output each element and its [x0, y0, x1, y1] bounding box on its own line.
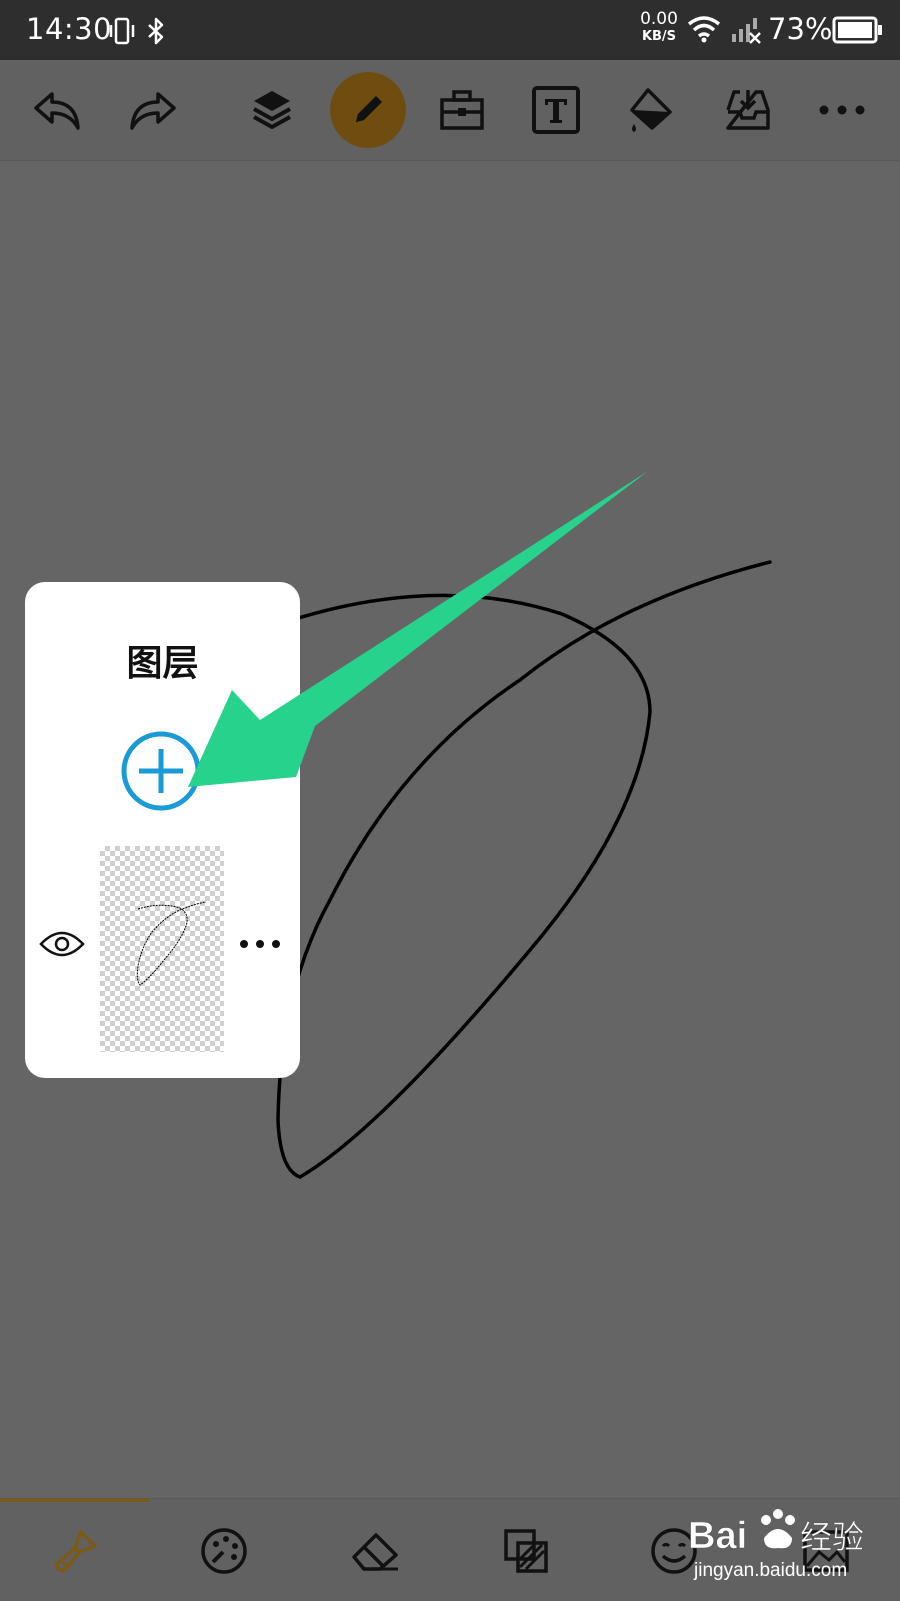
- cellular-no-signal-icon: [732, 18, 761, 44]
- import-icon: [726, 90, 770, 130]
- watermark-url: jingyan.baidu.com: [694, 1560, 848, 1581]
- more-icon: [819, 105, 865, 115]
- redo-icon: [130, 92, 176, 130]
- add-circle-icon: [121, 731, 201, 811]
- brush-icon: [55, 1530, 97, 1573]
- fill-button[interactable]: [614, 72, 690, 148]
- more-button[interactable]: [804, 72, 880, 148]
- palette-tab[interactable]: [192, 1521, 256, 1581]
- network-speed-value: 0.00: [640, 9, 678, 29]
- pencil-icon: [356, 96, 382, 122]
- toolbox-icon: [440, 90, 484, 130]
- eraser-tab[interactable]: [344, 1521, 408, 1581]
- network-speed: 0.00 KB/S: [636, 11, 682, 45]
- battery-percent: 73%: [768, 12, 833, 46]
- layers-panel: 图层: [25, 582, 300, 1078]
- status-bar: 14:30 0.00 KB/S 73%: [0, 0, 900, 60]
- text-tool-button[interactable]: [518, 72, 594, 148]
- redo-button[interactable]: [114, 72, 190, 148]
- baidu-watermark: Bai 经验 jingyan.baidu.com: [688, 1502, 888, 1588]
- vibrate-icon: [109, 17, 135, 45]
- eraser-icon: [352, 1533, 398, 1571]
- brush-tab[interactable]: [44, 1521, 108, 1581]
- baidu-jingyan-logo: Bai 经验: [688, 1509, 864, 1557]
- add-layer-button[interactable]: [120, 730, 202, 812]
- svg-text:Bai: Bai: [688, 1515, 747, 1557]
- layer-thumbnail[interactable]: [100, 846, 224, 1052]
- bluetooth-icon: [148, 17, 164, 45]
- palette-icon: [201, 1528, 247, 1574]
- text-icon: [532, 86, 580, 134]
- layers-panel-title: 图层: [126, 642, 199, 684]
- paint-bucket-icon: [630, 88, 672, 132]
- wifi-icon: [687, 16, 721, 43]
- more-dots-icon: [240, 940, 280, 948]
- toolbox-button[interactable]: [424, 72, 500, 148]
- svg-text:经验: 经验: [800, 1518, 864, 1556]
- status-time: 14:30: [26, 12, 113, 46]
- layer-thumbnail-preview: [136, 901, 207, 986]
- layers-button[interactable]: [234, 72, 310, 148]
- eye-icon: [39, 931, 85, 957]
- undo-button[interactable]: [20, 72, 96, 148]
- layer-blend-tab[interactable]: [494, 1521, 558, 1581]
- layer-blend-icon: [504, 1529, 548, 1573]
- network-speed-unit: KB/S: [641, 29, 677, 44]
- layer-visibility-toggle[interactable]: [39, 928, 85, 960]
- import-button[interactable]: [710, 72, 786, 148]
- pencil-button[interactable]: [330, 72, 406, 148]
- undo-icon: [34, 92, 80, 130]
- active-tab-indicator: [0, 1499, 150, 1502]
- layers-icon: [253, 91, 291, 129]
- top-toolbar: [0, 60, 900, 161]
- layer-options-button[interactable]: [238, 934, 282, 954]
- battery-icon: [832, 16, 882, 44]
